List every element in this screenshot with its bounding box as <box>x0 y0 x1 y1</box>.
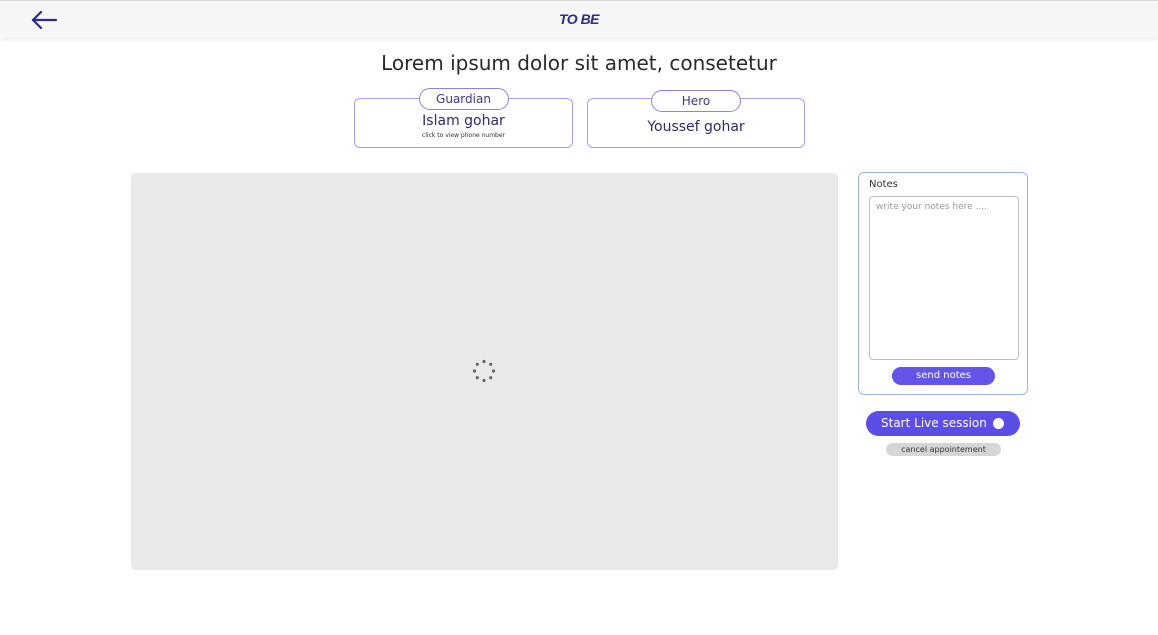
top-bar: TO BE <box>0 0 1158 38</box>
hero-role-badge: Hero <box>651 90 741 112</box>
view-phone-link[interactable]: click to view phone number <box>355 132 572 139</box>
send-notes-button[interactable]: send notes <box>892 367 995 385</box>
spinner-icon <box>472 359 496 383</box>
guardian-name: Islam gohar <box>422 113 505 129</box>
start-live-session-label: Start Live session <box>881 416 987 430</box>
cancel-appointment-button[interactable]: cancel appointement <box>886 443 1001 456</box>
start-live-session-button[interactable]: Start Live session <box>866 411 1020 436</box>
notes-panel: Notes send notes <box>858 172 1028 395</box>
guardian-role-badge: Guardian <box>418 88 509 110</box>
hero-name: Youssef gohar <box>647 119 745 135</box>
page-title: Lorem ipsum dolor sit amet, consetetur <box>381 51 777 75</box>
notes-input[interactable] <box>869 196 1019 360</box>
brand-logo: TO BE <box>558 11 600 27</box>
toggle-knob-icon <box>993 418 1004 429</box>
notes-title: Notes <box>869 179 898 190</box>
guardian-card[interactable]: Guardian Islam gohar click to view phone… <box>354 88 573 148</box>
hero-card: Hero Youssef gohar <box>587 90 805 148</box>
